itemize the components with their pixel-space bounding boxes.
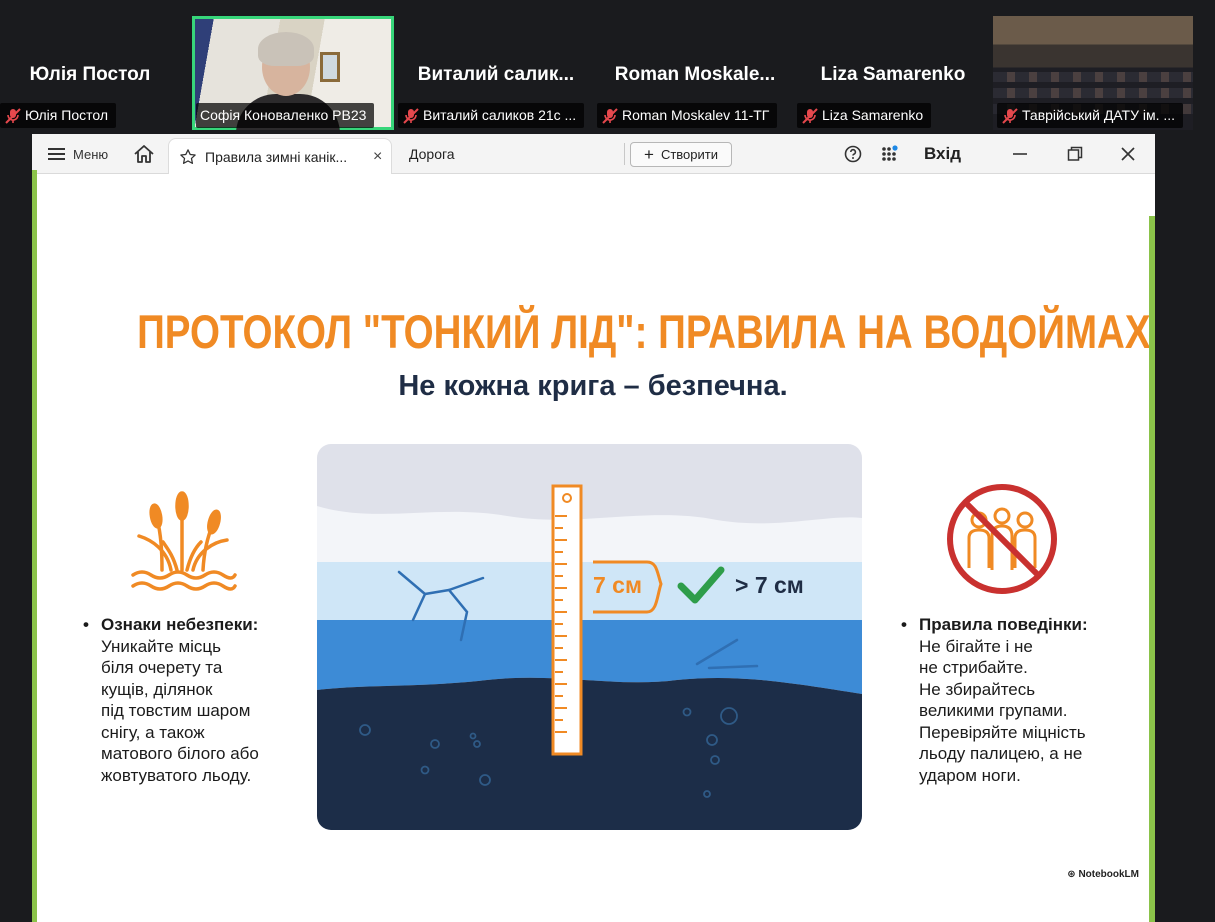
slide-border-right — [1149, 216, 1155, 922]
apps-grid-icon — [882, 145, 898, 161]
login-label: Вхід — [924, 144, 962, 163]
participant-label-text: Виталий саликов 21с ... — [423, 107, 577, 123]
participant-tile[interactable]: Roman Moskale... Roman Moskalev 11-ТГ — [597, 16, 793, 130]
danger-line: жовтуватого льоду. — [101, 765, 252, 785]
participant-label-text: Liza Samarenko — [822, 107, 924, 123]
close-window-button[interactable] — [1120, 134, 1136, 174]
participant-tile[interactable]: Юлія Постол Юлія Постол — [0, 16, 190, 130]
presentation-slide: ПРОТОКОЛ "ТОНКИЙ ЛІД": ПРАВИЛА НА ВОДОЙМ… — [37, 258, 1151, 886]
danger-line: біля очерету та — [101, 658, 223, 677]
participant-tile[interactable]: Виталий салик... Виталий саликов 21с ... — [398, 16, 594, 130]
slide-subtitle: Не кожна крига – безпечна. — [398, 370, 788, 402]
participant-tile[interactable]: Liza Samarenko Liza Samarenko — [797, 16, 989, 130]
close-icon — [1121, 147, 1135, 161]
rule-line: Перевіряйте міцність — [919, 722, 1086, 742]
tab-close-icon[interactable]: × — [373, 148, 382, 166]
participant-strip: Юлія Постол Юлія Постол Софія Коноваленк… — [0, 0, 1215, 134]
participant-label: Виталий саликов 21с ... — [398, 103, 585, 128]
rule-line: не стрибайте. — [919, 658, 1028, 677]
participant-label: Юлія Постол — [0, 103, 117, 128]
help-button[interactable] — [844, 134, 862, 174]
participant-display-name: Юлія Постол — [29, 64, 151, 85]
video-person-hair — [258, 32, 314, 66]
participant-label: Liza Samarenko — [797, 103, 932, 128]
menu-label: Меню — [73, 146, 109, 162]
participant-label-text: Roman Moskalev 11-ТГ — [622, 107, 770, 123]
restore-button[interactable] — [1067, 134, 1083, 174]
minimize-icon — [1013, 153, 1027, 155]
reeds-icon — [131, 491, 237, 591]
danger-line: кущів, ділянок — [101, 679, 213, 699]
participant-label-text: Юлія Постол — [25, 107, 109, 123]
notebooklm-label: NotebookLM — [1078, 869, 1139, 880]
mic-muted-icon — [403, 107, 419, 124]
create-button[interactable]: + Створити — [630, 142, 732, 167]
mic-muted-icon — [1002, 107, 1018, 124]
wall-picture — [320, 52, 340, 82]
rule-line: великими групами. — [919, 701, 1068, 720]
ice-illustration-svg — [317, 444, 862, 830]
participant-label-text: Софія Коноваленко РВ23 — [200, 107, 367, 123]
no-group-icon — [947, 484, 1057, 594]
audience-row — [993, 88, 1193, 98]
tab-active[interactable]: Правила зимні канік... × — [168, 138, 392, 174]
danger-line: під товстим шаром — [101, 701, 251, 720]
behavior-rules-heading: Правила поведінки: — [919, 615, 1088, 634]
login-button[interactable]: Вхід — [924, 134, 961, 174]
rule-line: Не збирайтесь — [919, 679, 1036, 699]
tab-title: Правила зимні канік... — [205, 148, 348, 165]
participant-label: Таврійський ДАТУ ім. ... — [997, 103, 1184, 128]
plus-icon: + — [644, 145, 654, 164]
apps-button[interactable] — [880, 134, 900, 174]
star-icon[interactable] — [179, 148, 197, 166]
home-button[interactable] — [133, 134, 155, 174]
danger-signs-heading: Ознаки небезпеки: — [101, 615, 259, 634]
audience-row — [993, 72, 1193, 82]
mic-muted-icon — [602, 107, 618, 124]
behavior-rules-block: • Правила поведінки: Не бігайте і не не … — [901, 614, 1129, 786]
menu-button[interactable]: Меню — [48, 134, 108, 174]
ruler-measure-label: 7 см — [593, 572, 642, 598]
notebooklm-logo-icon: ⊛ — [1067, 869, 1079, 880]
participant-label: Roman Moskalev 11-ТГ — [597, 103, 778, 128]
toolbar-divider — [624, 134, 625, 174]
participant-label: Софія Коноваленко РВ23 — [196, 103, 375, 128]
bullet-marker: • — [83, 615, 89, 634]
danger-signs-block: • Ознаки небезпеки: Уникайте місць біля … — [83, 614, 301, 786]
notebooklm-watermark: ⊛ NotebookLM — [1067, 869, 1139, 880]
participant-tile-active-speaker[interactable]: Софія Коноваленко РВ23 — [192, 16, 394, 130]
participant-display-name: Roman Moskale... — [614, 64, 776, 85]
mic-muted-icon — [802, 107, 818, 124]
shared-screen-browser: Меню Правила зимні канік... × Дорога + С… — [32, 134, 1155, 922]
danger-line: матового білого або — [101, 744, 259, 763]
restore-icon — [1067, 146, 1083, 161]
participant-label-text: Таврійський ДАТУ ім. ... — [1022, 107, 1176, 123]
rule-line: ударом ноги. — [919, 765, 1021, 785]
rule-line: Не бігайте і не — [919, 636, 1033, 656]
rule-line: льоду палицею, а не — [919, 744, 1083, 763]
safe-thickness-label: > 7 см — [735, 572, 804, 598]
danger-line: Уникайте місць — [101, 636, 222, 656]
ice-thickness-illustration: 7 см > 7 см — [317, 444, 862, 830]
bullet-marker: • — [901, 615, 907, 634]
create-label: Створити — [660, 147, 718, 162]
hamburger-icon — [48, 148, 65, 160]
browser-toolbar: Меню Правила зимні канік... × Дорога + С… — [32, 134, 1155, 174]
mic-muted-icon — [5, 107, 21, 124]
slide-title: ПРОТОКОЛ "ТОНКИЙ ЛІД": ПРАВИЛА НА ВОДОЙМ… — [137, 305, 1151, 358]
slide-border-left — [32, 170, 37, 922]
home-icon — [134, 145, 154, 163]
tab-title: Дорога — [409, 146, 455, 162]
help-icon — [844, 145, 862, 163]
danger-line: снігу, а також — [101, 722, 205, 742]
tab-inactive[interactable]: Дорога — [409, 134, 455, 174]
participant-display-name: Виталий салик... — [417, 64, 575, 85]
minimize-button[interactable] — [1012, 134, 1028, 174]
participant-display-name: Liza Samarenko — [820, 64, 966, 85]
participant-tile-room[interactable]: Таврійський ДАТУ ім. ... — [993, 16, 1193, 130]
